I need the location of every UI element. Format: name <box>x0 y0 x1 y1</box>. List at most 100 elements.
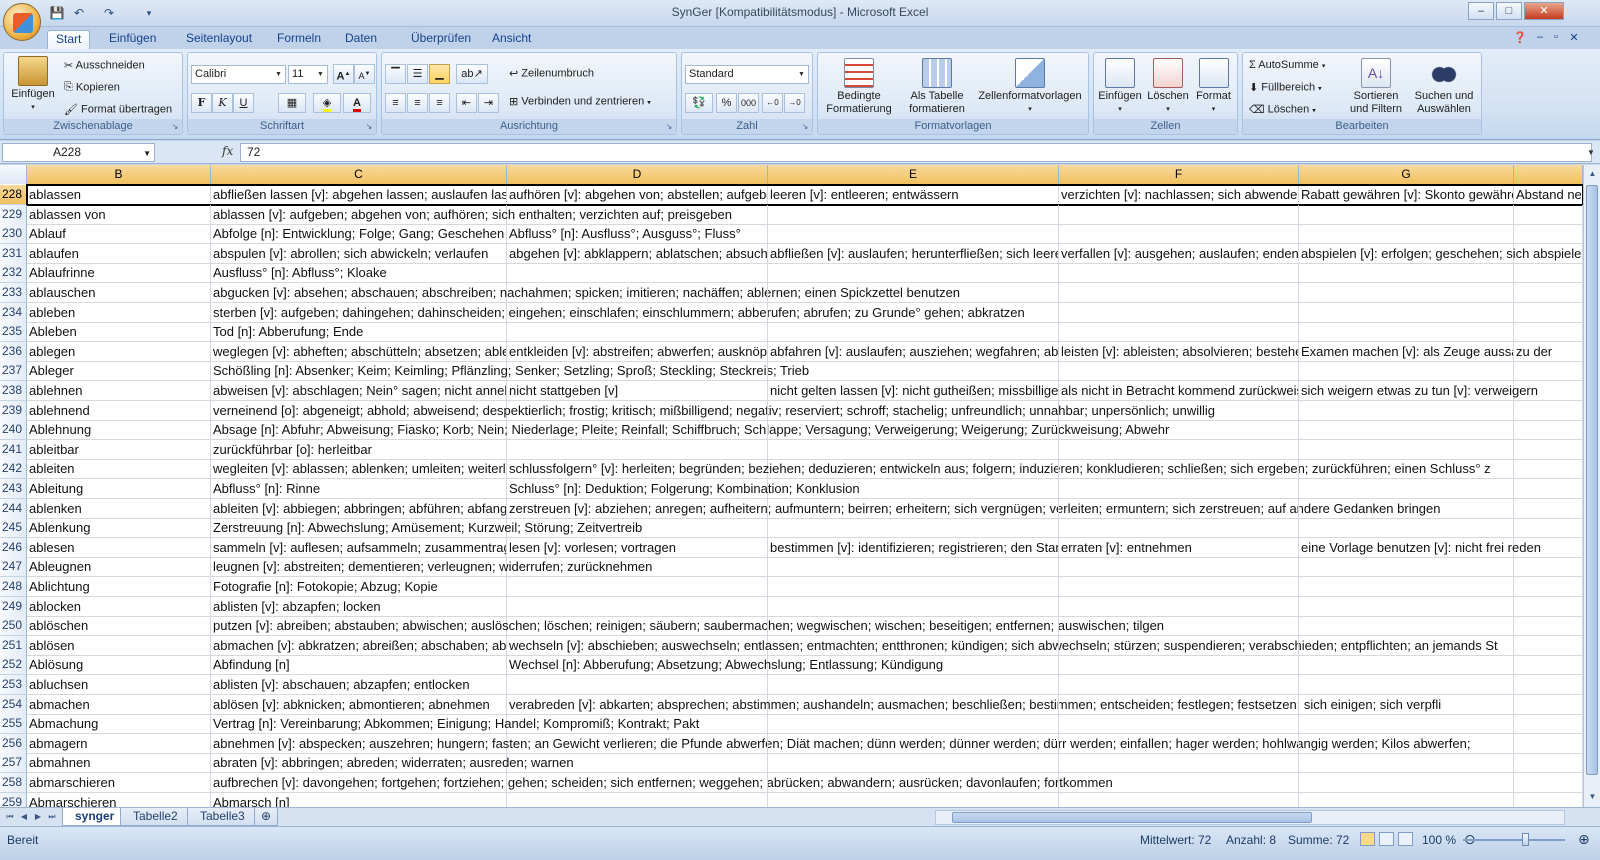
cell-g[interactable] <box>1299 518 1514 539</box>
row-header[interactable]: 242 <box>0 459 27 480</box>
cell-e[interactable]: abfließen [v]: auslaufen; herunterfließe… <box>768 243 1059 264</box>
cell-d[interactable] <box>507 263 768 284</box>
cell-f[interactable] <box>1059 694 1299 715</box>
cell-d[interactable]: Abfluss° [n]: Ausfluss°; Ausguss°; Fluss… <box>507 224 768 245</box>
cell-d[interactable] <box>507 400 768 421</box>
cell-c[interactable]: wegleiten [v]: ablassen; ablenken; umlei… <box>211 459 507 480</box>
align-bottom-button[interactable]: ▁ <box>429 64 450 84</box>
cell-f[interactable] <box>1059 753 1299 774</box>
row-header[interactable]: 257 <box>0 753 27 774</box>
cell-e[interactable] <box>768 792 1059 807</box>
cell-d[interactable]: aufhören [v]: abgehen von; abstellen; au… <box>507 185 768 205</box>
cell-d[interactable] <box>507 675 768 695</box>
cell-h[interactable] <box>1514 302 1583 323</box>
cell-c[interactable]: sterben [v]: aufgeben; dahingehen; dahin… <box>211 302 1025 323</box>
column-header-e[interactable]: E <box>768 165 1059 184</box>
cell-b[interactable]: abluchsen <box>27 675 211 695</box>
cell-c[interactable]: abspulen [v]: abrollen; sich abwickeln; … <box>211 243 507 264</box>
cell-h[interactable] <box>1514 733 1583 754</box>
cell-g[interactable] <box>1299 459 1514 480</box>
cell-e[interactable] <box>768 400 1059 421</box>
cell-e[interactable] <box>768 675 1059 695</box>
cell-c[interactable]: Abfolge [n]: Entwicklung; Folge; Gang; G… <box>211 224 507 245</box>
zoom-in-icon[interactable]: ⊕ <box>1578 831 1590 848</box>
scroll-down-icon[interactable]: ▼ <box>1585 789 1600 804</box>
cell-g[interactable] <box>1299 361 1514 382</box>
italic-button[interactable]: K <box>212 93 233 113</box>
insert-function-button[interactable]: fx <box>222 144 233 158</box>
cell-g[interactable] <box>1299 439 1514 460</box>
dialog-launcher-icon[interactable]: ↘ <box>664 122 674 132</box>
merge-center-button[interactable]: ⊞ Verbinden und zentrieren ▾ <box>509 95 651 108</box>
select-all-button[interactable] <box>0 165 27 184</box>
cell-h[interactable] <box>1514 381 1583 401</box>
cell-d[interactable] <box>507 714 768 735</box>
row-header[interactable]: 239 <box>0 400 27 421</box>
cell-h[interactable]: zu der <box>1514 341 1583 362</box>
cell-b[interactable]: Ableben <box>27 322 211 343</box>
dialog-launcher-icon[interactable]: ↘ <box>800 122 810 132</box>
cell-g[interactable] <box>1299 204 1514 225</box>
row-header[interactable]: 248 <box>0 577 27 597</box>
autosum-button[interactable]: Σ AutoSumme ▾ <box>1249 59 1325 71</box>
cell-g[interactable] <box>1299 655 1514 676</box>
zoom-slider-thumb[interactable] <box>1522 833 1529 846</box>
cell-g[interactable] <box>1299 773 1514 793</box>
row-header[interactable]: 254 <box>0 694 27 715</box>
cell-h[interactable] <box>1514 224 1583 245</box>
row-header[interactable]: 238 <box>0 381 27 401</box>
cell-g[interactable] <box>1299 263 1514 284</box>
cell-d[interactable]: wechseln [v]: abschieben; auswechseln; e… <box>507 635 1498 656</box>
cell-b[interactable]: abmachen <box>27 694 211 715</box>
cell-c[interactable]: ableiten [v]: abbiegen; abbringen; abfüh… <box>211 498 507 519</box>
cell-d[interactable] <box>507 420 768 441</box>
cell-h[interactable] <box>1514 400 1583 421</box>
row-header[interactable]: 251 <box>0 635 27 656</box>
cell-h[interactable] <box>1514 420 1583 441</box>
cell-e[interactable] <box>768 283 1059 303</box>
cell-d[interactable] <box>507 577 768 597</box>
cell-b[interactable]: ablegen <box>27 341 211 362</box>
cell-g[interactable] <box>1299 694 1514 715</box>
column-header-c[interactable]: C <box>211 165 507 184</box>
cell-f[interactable] <box>1059 733 1299 754</box>
align-left-button[interactable]: ≡ <box>385 93 406 113</box>
cell-b[interactable]: ablassen von <box>27 204 211 225</box>
cell-g[interactable] <box>1299 224 1514 245</box>
cell-c[interactable]: ablassen [v]: aufgeben; abgehen von; auf… <box>211 204 732 225</box>
increase-indent-button[interactable]: ⇥ <box>478 93 499 113</box>
cell-f[interactable] <box>1059 792 1299 807</box>
column-header-d[interactable]: D <box>507 165 768 184</box>
row-header[interactable]: 246 <box>0 537 27 558</box>
tab-start[interactable]: Start <box>47 30 91 49</box>
cell-b[interactable]: Ableitung <box>27 479 211 499</box>
cell-b[interactable]: ableben <box>27 302 211 323</box>
cell-f[interactable] <box>1059 616 1299 637</box>
clear-button[interactable]: ⌫ Löschen ▾ <box>1249 103 1316 116</box>
cell-e[interactable] <box>768 224 1059 245</box>
shrink-font-button[interactable]: A▼ <box>354 64 375 84</box>
cell-c[interactable]: ablisten [v]: abschauen; abzapfen; entlo… <box>211 675 507 695</box>
row-header[interactable]: 252 <box>0 655 27 676</box>
format-cells-button[interactable]: Format ▾ <box>1191 58 1236 116</box>
cell-h[interactable] <box>1514 243 1583 264</box>
cell-b[interactable]: ableiten <box>27 459 211 480</box>
cell-e[interactable] <box>768 753 1059 774</box>
sheet-tab-synger[interactable]: synger <box>62 808 128 826</box>
cell-d[interactable] <box>507 439 768 460</box>
row-header[interactable]: 240 <box>0 420 27 441</box>
cell-f[interactable] <box>1059 773 1299 793</box>
cell-g[interactable] <box>1299 675 1514 695</box>
cell-f[interactable]: erraten [v]: entnehmen <box>1059 537 1299 558</box>
percent-button[interactable]: % <box>716 93 737 113</box>
cell-c[interactable]: abweisen [v]: abschlagen; Nein° sagen; n… <box>211 381 507 401</box>
cell-h[interactable] <box>1514 439 1583 460</box>
cell-h[interactable]: Abstand nehmen <box>1514 185 1583 205</box>
cell-e[interactable] <box>768 302 1059 323</box>
cell-b[interactable]: ablesen <box>27 537 211 558</box>
cell-b[interactable]: ablehnen <box>27 381 211 401</box>
cell-d[interactable] <box>507 733 768 754</box>
cell-d[interactable]: Schluss° [n]: Deduktion; Folgerung; Komb… <box>507 479 860 499</box>
cell-g[interactable] <box>1299 577 1514 597</box>
row-header[interactable]: 258 <box>0 773 27 793</box>
